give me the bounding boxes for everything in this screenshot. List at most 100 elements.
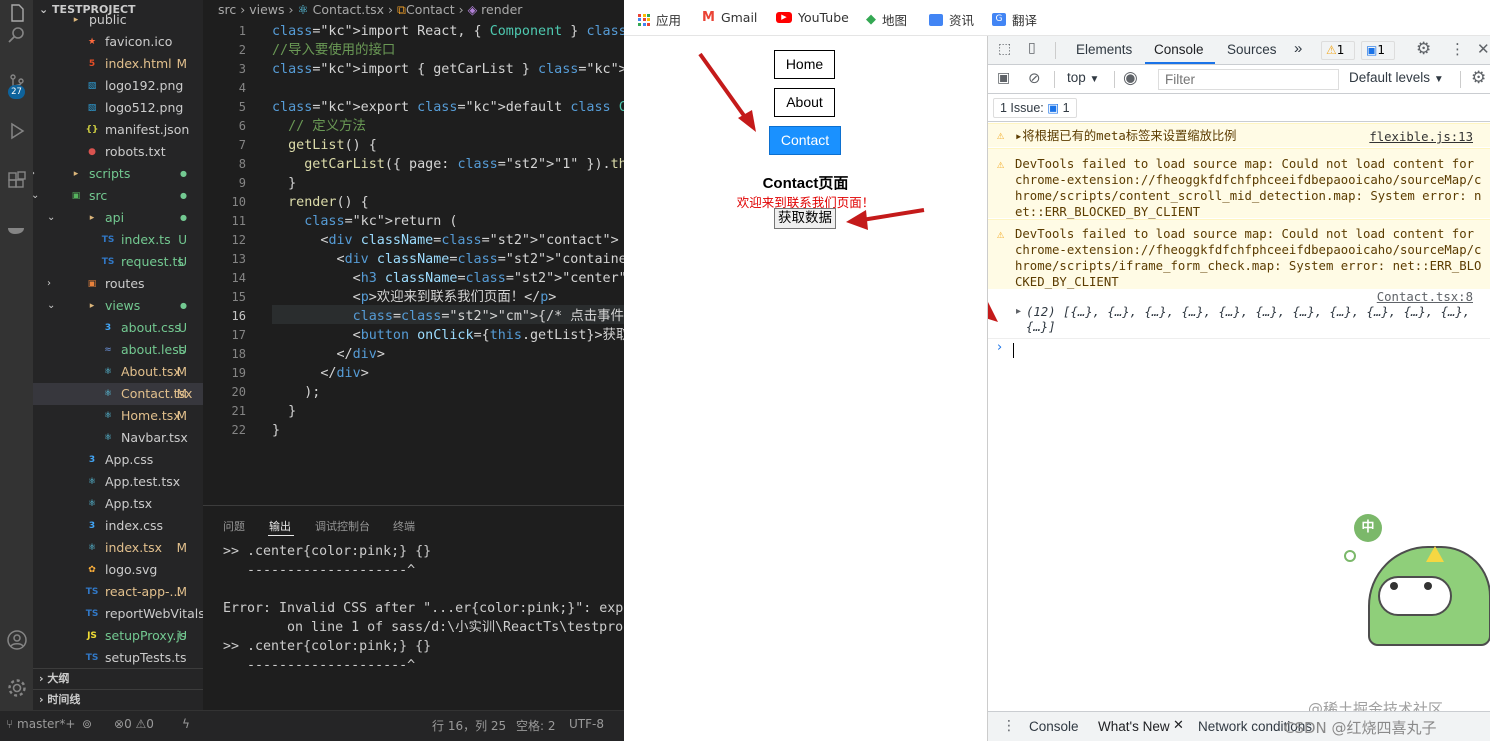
device-toggle-icon[interactable]: ▯: [1028, 40, 1036, 56]
bookmark-gmail[interactable]: M Gmail: [702, 10, 757, 25]
code-line[interactable]: getList() {: [272, 136, 377, 155]
source-link[interactable]: flexible.js:13: [1369, 129, 1473, 145]
lightning-icon[interactable]: ϟ: [182, 717, 190, 731]
file-tree-item[interactable]: ⚛ Contact.tsx M: [33, 383, 203, 405]
file-tree-item[interactable]: ⚛ Home.tsx M: [33, 405, 203, 427]
sync-icon[interactable]: ⊚: [82, 717, 92, 731]
source-link[interactable]: Contact.tsx:8: [1377, 290, 1473, 304]
breadcrumb-file[interactable]: Contact.tsx: [313, 2, 384, 17]
drawer-menu-icon[interactable]: ⋮: [1002, 718, 1016, 734]
breadcrumb-method[interactable]: render: [481, 2, 522, 17]
expand-arrow-icon[interactable]: ▸: [1016, 306, 1021, 317]
drawer-tab-whats-new[interactable]: What's New: [1098, 719, 1170, 734]
warning-text[interactable]: DevTools failed to load source map: Coul…: [1015, 156, 1485, 220]
messages-counter[interactable]: ▣1: [1361, 41, 1395, 60]
code-line[interactable]: class="kc">export class="kc">default cla…: [272, 98, 624, 117]
timeline-section[interactable]: › 时间线: [33, 689, 203, 709]
code-line[interactable]: <p>欢迎来到联系我们页面！</p>: [272, 288, 557, 307]
code-editor[interactable]: src › views › ⚛ Contact.tsx › ⧉Contact ›…: [203, 0, 624, 505]
tab-problems[interactable]: 问题: [223, 518, 245, 534]
file-tree-item[interactable]: ⚛ Navbar.tsx: [33, 427, 203, 449]
code-line[interactable]: </div>: [272, 345, 384, 364]
close-tab-icon[interactable]: ✕: [1173, 718, 1184, 733]
log-array-value[interactable]: (12) [{…}, {…}, {…}, {…}, {…}, {…}, {…},…: [1026, 305, 1471, 335]
file-tree-item[interactable]: TS index.ts U: [33, 229, 203, 251]
file-tree-item[interactable]: TS react-app-... M: [33, 581, 203, 603]
console-filter-input[interactable]: [1158, 69, 1339, 90]
file-tree-item[interactable]: ⌄ ▸ views ●: [33, 295, 203, 317]
code-line[interactable]: render() {: [272, 193, 369, 212]
file-tree-item[interactable]: ▸ public: [33, 9, 203, 31]
account-icon[interactable]: [4, 627, 29, 652]
file-tree-item[interactable]: TS setupTests.ts: [33, 647, 203, 669]
docker-icon[interactable]: [4, 214, 29, 239]
file-tree-item[interactable]: ★ favicon.ico: [33, 31, 203, 53]
console-settings-icon[interactable]: ⚙: [1471, 68, 1486, 88]
encoding[interactable]: UTF-8: [569, 717, 604, 731]
drawer-tab-console[interactable]: Console: [1029, 719, 1079, 734]
tab-debug-console[interactable]: 调试控制台: [315, 518, 370, 534]
code-line[interactable]: //导入要使用的接口: [272, 41, 395, 60]
cursor-position[interactable]: 行 16，列 25: [432, 717, 506, 734]
fetch-data-button[interactable]: 获取数据: [774, 208, 836, 229]
file-tree-item[interactable]: ▧ logo512.png: [33, 97, 203, 119]
tab-console[interactable]: Console: [1154, 42, 1204, 57]
file-tree-item[interactable]: ⚛ App.tsx: [33, 493, 203, 515]
breadcrumb-class[interactable]: Contact: [406, 2, 455, 17]
code-line[interactable]: class=class="st2">"cm">{/* 点击事件调用 */}: [272, 307, 624, 326]
close-icon[interactable]: ✕: [1477, 40, 1490, 58]
outline-section[interactable]: › 大纲: [33, 668, 203, 688]
code-line[interactable]: class="kc">import React, { Component } c…: [272, 22, 624, 41]
file-tree-item[interactable]: 3 index.css: [33, 515, 203, 537]
settings-gear-icon[interactable]: [4, 675, 29, 700]
log-levels-dropdown[interactable]: Default levels ▼: [1349, 70, 1444, 85]
problems-status[interactable]: ⊗0 ⚠0: [114, 717, 154, 731]
more-tabs-icon[interactable]: »: [1294, 40, 1302, 57]
warnings-counter[interactable]: ⚠1: [1321, 41, 1355, 60]
tab-elements[interactable]: Elements: [1076, 42, 1132, 57]
code-line[interactable]: <h3 className=class="st2">"center"> Cont…: [272, 269, 624, 288]
context-selector[interactable]: top ▼: [1067, 70, 1099, 85]
file-tree-item[interactable]: {} manifest.json: [33, 119, 203, 141]
indentation[interactable]: 空格: 2: [516, 717, 556, 734]
file-tree-item[interactable]: TS request.ts U: [33, 251, 203, 273]
tab-sources[interactable]: Sources: [1227, 42, 1277, 57]
code-line[interactable]: </div>: [272, 364, 368, 383]
run-debug-icon[interactable]: [4, 118, 29, 143]
nav-about-button[interactable]: About: [774, 88, 835, 117]
search-icon[interactable]: [4, 22, 29, 47]
bookmark-apps[interactable]: 应用: [638, 10, 681, 29]
console-prompt[interactable]: ›: [988, 340, 1490, 360]
inspect-element-icon[interactable]: ⬚: [998, 41, 1011, 57]
nav-home-button[interactable]: Home: [774, 50, 835, 79]
file-tree-item[interactable]: › ▣ routes: [33, 273, 203, 295]
tab-output[interactable]: 输出: [269, 518, 291, 534]
bookmark-youtube[interactable]: ▶ YouTube: [776, 10, 849, 25]
file-tree-item[interactable]: 3 about.css U: [33, 317, 203, 339]
issues-button[interactable]: 1 Issue: ▣ 1: [993, 98, 1077, 118]
code-line[interactable]: }: [272, 402, 296, 421]
file-tree-item[interactable]: 3 App.css: [33, 449, 203, 471]
file-tree-item[interactable]: ⚛ About.tsx M: [33, 361, 203, 383]
code-line[interactable]: <button onClick={this.getList}>获取数: [272, 326, 624, 345]
file-tree-item[interactable]: ✿ logo.svg: [33, 559, 203, 581]
branch-status[interactable]: ⑂ master*+: [6, 717, 75, 731]
code-line[interactable]: }: [272, 421, 280, 440]
file-tree-item[interactable]: ⌄ ▣ src ●: [33, 185, 203, 207]
code-line[interactable]: <div className=class="st2">"container">: [272, 250, 624, 269]
code-line[interactable]: <div className=class="st2">"contact">: [272, 231, 618, 250]
bookmark-translate[interactable]: G 翻译: [992, 10, 1037, 29]
file-tree-item[interactable]: ⌄ ▸ api ●: [33, 207, 203, 229]
more-options-icon[interactable]: ⋮: [1450, 40, 1465, 58]
file-tree-item[interactable]: ≈ about.less U: [33, 339, 203, 361]
file-tree-item[interactable]: 5 index.html M: [33, 53, 203, 75]
tab-terminal[interactable]: 终端: [393, 518, 415, 534]
nav-contact-button[interactable]: Contact: [769, 126, 841, 155]
sidebar-toggle-icon[interactable]: ▣: [997, 70, 1010, 86]
clear-console-icon[interactable]: ⊘: [1028, 69, 1041, 87]
code-line[interactable]: }: [272, 174, 296, 193]
code-line[interactable]: );: [272, 383, 320, 402]
eye-icon[interactable]: ◉: [1123, 68, 1138, 88]
code-line[interactable]: class="kc">import { getCarList } class="…: [272, 60, 624, 79]
code-line[interactable]: getCarList({ page: class="st2">"1" }).th…: [272, 155, 624, 174]
